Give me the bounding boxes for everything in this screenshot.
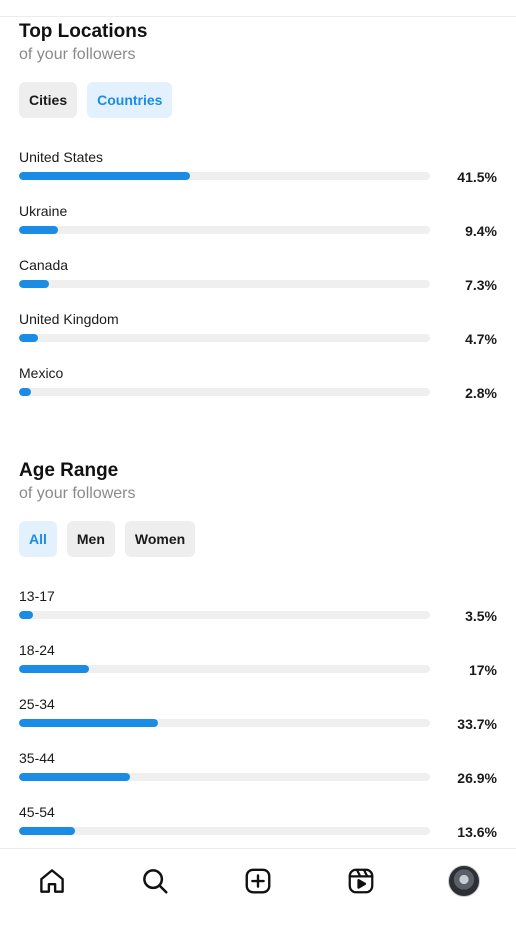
search-icon (143, 869, 168, 894)
age-list: 13-17 3.5% 18-24 17% 25-34 33.7% 35-44 2… (19, 587, 497, 857)
top-locations-subtitle: of your followers (19, 46, 136, 63)
age-row: 25-34 33.7% (19, 695, 497, 749)
location-row: United Kingdom 4.7% (19, 310, 497, 364)
bar-fill (19, 773, 130, 781)
create-tab[interactable] (240, 863, 276, 899)
age-percent: 13.6% (457, 824, 497, 840)
bar-fill (19, 665, 89, 673)
top-locations-section: Top Locations of your followers Cities C… (19, 20, 497, 401)
home-tab[interactable] (34, 863, 70, 899)
bar-track (19, 226, 430, 234)
create-icon (245, 868, 271, 894)
age-bracket: 13-17 (19, 588, 55, 604)
location-row: Mexico 2.8% (19, 364, 497, 418)
bar-fill (19, 719, 158, 727)
age-percent: 3.5% (465, 608, 497, 624)
bar-track (19, 719, 430, 727)
location-percent: 9.4% (465, 223, 497, 239)
location-name: United Kingdom (19, 311, 119, 327)
location-row: United States 41.5% (19, 148, 497, 202)
age-percent: 26.9% (457, 770, 497, 786)
bar-fill (19, 611, 34, 619)
home-icon (40, 869, 64, 893)
men-tab[interactable]: Men (66, 521, 115, 557)
cities-tab[interactable]: Cities (19, 82, 78, 118)
countries-tab[interactable]: Countries (87, 82, 173, 118)
location-row: Ukraine 9.4% (19, 202, 497, 256)
age-percent: 33.7% (457, 716, 497, 732)
bar-track (19, 334, 430, 342)
locations-list: United States 41.5% Ukraine 9.4% Canada … (19, 148, 497, 418)
age-range-subtitle: of your followers (19, 485, 136, 502)
location-percent: 4.7% (465, 331, 497, 347)
reels-tab[interactable] (343, 863, 379, 899)
profile-tab[interactable] (446, 863, 482, 899)
locations-filter: Cities Countries (19, 82, 173, 118)
location-percent: 2.8% (465, 385, 497, 401)
location-name: Mexico (19, 365, 64, 381)
profile-avatar (448, 865, 480, 897)
top-locations-title: Top Locations (19, 21, 148, 42)
top-divider (0, 16, 516, 17)
location-name: Ukraine (19, 203, 68, 219)
bar-track (19, 388, 430, 396)
location-percent: 7.3% (465, 277, 497, 293)
age-bracket: 35-44 (19, 750, 55, 766)
bar-track (19, 280, 430, 288)
age-row: 18-24 17% (19, 641, 497, 695)
age-row: 35-44 26.9% (19, 749, 497, 803)
age-percent: 17% (468, 662, 497, 678)
reels-icon (348, 868, 374, 894)
bar-track (19, 172, 430, 180)
bar-fill (19, 334, 39, 342)
age-range-section: Age Range of your followers All Men Wome… (19, 459, 497, 844)
bar-track (19, 773, 430, 781)
age-bracket: 25-34 (19, 696, 55, 712)
age-range-title: Age Range (19, 460, 119, 481)
location-percent: 41.5% (457, 169, 497, 185)
search-tab[interactable] (137, 863, 173, 899)
women-tab[interactable]: Women (124, 521, 196, 557)
age-filter: All Men Women (19, 521, 196, 557)
location-name: Canada (19, 257, 69, 273)
location-name: United States (19, 149, 104, 165)
bar-fill (19, 827, 75, 835)
location-row: Canada 7.3% (19, 256, 497, 310)
bar-fill (19, 172, 190, 180)
all-tab[interactable]: All (19, 521, 57, 557)
bar-track (19, 665, 430, 673)
bar-fill (19, 280, 49, 288)
bar-fill (19, 388, 31, 396)
age-row: 13-17 3.5% (19, 587, 497, 641)
bottom-tab-bar (0, 848, 516, 925)
bar-track (19, 827, 430, 835)
bar-track (19, 611, 430, 619)
age-bracket: 45-54 (19, 804, 55, 820)
age-bracket: 18-24 (19, 642, 55, 658)
bar-fill (19, 226, 58, 234)
